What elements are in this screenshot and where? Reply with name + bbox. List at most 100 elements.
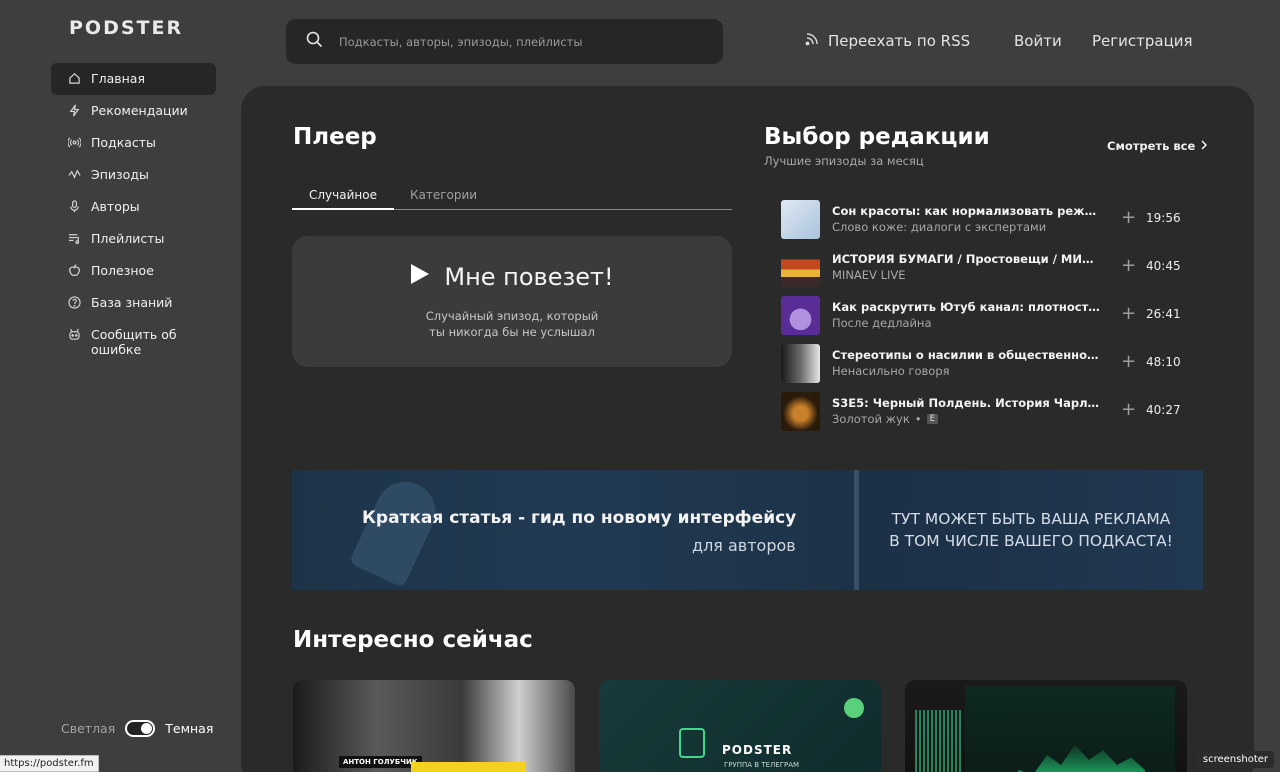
promo-banner: Краткая статья - гид по новому интерфейс… [292, 470, 1203, 590]
episode-cover [781, 247, 820, 287]
apple-icon [67, 263, 81, 278]
chevron-right-icon [1201, 139, 1208, 153]
episode-duration: 40:45 [1146, 259, 1181, 273]
sidebar-item-label: Полезное [91, 263, 154, 278]
episode-title[interactable]: ИСТОРИЯ БУМАГИ / Простовещи / МИНАЕВ [832, 252, 1100, 266]
episode-duration: 19:56 [1146, 211, 1181, 225]
sidebar-item-recommendations[interactable]: Рекомендации [51, 95, 216, 127]
episode-duration: 26:41 [1146, 307, 1181, 321]
ad-banner[interactable]: ТУТ МОЖЕТ БЫТЬ ВАША РЕКЛАМА В ТОМ ЧИСЛЕ … [859, 470, 1203, 590]
search-bar [286, 19, 723, 64]
question-icon [67, 295, 81, 310]
lucky-button[interactable]: Мне повезет! [292, 263, 732, 291]
microphone-icon [67, 199, 81, 214]
ad-line: ТУТ МОЖЕТ БЫТЬ ВАША РЕКЛАМА [891, 510, 1171, 528]
interface-guide-banner[interactable]: Краткая статья - гид по новому интерфейс… [292, 470, 854, 590]
sidebar-item-episodes[interactable]: Эпизоды [51, 159, 216, 191]
episode-title[interactable]: S3E5: Черный Полдень. История Чарльза... [832, 396, 1100, 410]
card-subtitle: ГРУППА В ТЕЛЕГРАМ [724, 761, 800, 769]
sidebar-item-authors[interactable]: Авторы [51, 191, 216, 223]
list-item[interactable]: S3E5: Черный Полдень. История Чарльза...… [781, 387, 1201, 435]
interesting-card[interactable]: PODSTER ГРУППА В ТЕЛЕГРАМ [599, 680, 881, 772]
lucky-subtitle: Случайный эпизод, который ты никогда бы … [292, 308, 732, 340]
episode-author[interactable]: Ненасильно говоря [832, 364, 950, 378]
episode-title[interactable]: Как раскрутить Ютуб канал: плотность... [832, 300, 1100, 314]
episode-title[interactable]: Сон красоты: как нормализовать режим и..… [832, 204, 1100, 218]
sidebar-item-playlists[interactable]: Плейлисты [51, 223, 216, 255]
card-tag: АНТОН ГОЛУБЧИК [339, 756, 422, 768]
podster-logo[interactable]: PODSTER [69, 17, 183, 39]
playlist-icon [67, 231, 81, 246]
editors-choice-subtitle: Лучшие эпизоды за месяц [764, 154, 924, 168]
episode-author[interactable]: Слово коже: диалоги с экспертами [832, 220, 1046, 234]
register-link[interactable]: Регистрация [1092, 32, 1193, 50]
sidebar-item-label: Эпизоды [91, 167, 149, 182]
status-url: https://podster.fm [0, 755, 99, 772]
robot-icon [67, 327, 81, 342]
editors-choice-title: Выбор редакции [764, 124, 990, 150]
tab-random[interactable]: Случайное [292, 188, 394, 210]
episode-author[interactable]: Золотой жук [832, 412, 910, 426]
episode-author[interactable]: MINAEV LIVE [832, 268, 906, 282]
sidebar-item-knowledge-base[interactable]: База знаний [51, 287, 216, 319]
see-all-link[interactable]: Смотреть все [1107, 139, 1208, 153]
tab-categories[interactable]: Категории [410, 188, 477, 202]
add-icon[interactable]: + [1121, 207, 1136, 228]
theme-dark-label[interactable]: Темная [165, 721, 213, 736]
lightning-icon [67, 103, 81, 118]
rss-migrate-link[interactable]: Переехать по RSS [805, 31, 970, 50]
episode-duration: 40:27 [1146, 403, 1181, 417]
login-link[interactable]: Войти [1014, 32, 1062, 50]
interesting-card[interactable] [905, 680, 1187, 772]
list-item[interactable]: ИСТОРИЯ БУМАГИ / Простовещи / МИНАЕВ MIN… [781, 243, 1201, 291]
episode-cover [781, 391, 820, 431]
interesting-cards: АНТОН ГОЛУБЧИК PODSTER ГРУППА В ТЕЛЕГРАМ [293, 680, 1187, 772]
header-links: Переехать по RSS Войти Регистрация [805, 31, 1193, 50]
theme-switch: Светлая Темная [61, 720, 213, 737]
episode-duration: 48:10 [1146, 355, 1181, 369]
episode-author[interactable]: После дедлайна [832, 316, 932, 330]
sidebar-item-useful[interactable]: Полезное [51, 255, 216, 287]
lucky-card[interactable]: Мне повезет! Случайный эпизод, который т… [292, 236, 732, 367]
list-item[interactable]: Сон красоты: как нормализовать режим и..… [781, 195, 1201, 243]
add-icon[interactable]: + [1121, 255, 1136, 276]
screenshoter-watermark: screenshoter [1196, 751, 1274, 768]
lucky-label: Мне повезет! [444, 263, 614, 291]
lucky-subtitle-line: Случайный эпизод, который [425, 309, 599, 323]
editors-episode-list: Сон красоты: как нормализовать режим и..… [781, 195, 1201, 435]
sidebar-item-label: Главная [91, 71, 145, 86]
add-icon[interactable]: + [1121, 399, 1136, 420]
card-bars [915, 710, 961, 772]
broadcast-icon [67, 135, 81, 150]
interesting-card[interactable]: АНТОН ГОЛУБЧИК [293, 680, 575, 772]
episode-cover [781, 199, 820, 239]
home-icon [67, 71, 81, 86]
chat-icon [679, 728, 705, 758]
play-icon [410, 263, 430, 291]
episode-cover [781, 295, 820, 335]
player-tabs: Случайное Категории [292, 186, 732, 210]
separator-dot: • [914, 412, 922, 426]
lucky-subtitle-line: ты никогда бы не услышал [429, 325, 595, 339]
list-item[interactable]: Как раскрутить Ютуб канал: плотность... … [781, 291, 1201, 339]
sidebar-item-label: Сообщить об ошибке [91, 327, 177, 357]
episode-cover [781, 343, 820, 383]
theme-toggle[interactable] [125, 720, 156, 737]
sidebar-item-label: Авторы [91, 199, 140, 214]
theme-light-label[interactable]: Светлая [61, 721, 115, 736]
sidebar-item-label: База знаний [91, 295, 173, 310]
sidebar-item-home[interactable]: Главная [51, 63, 216, 95]
add-icon[interactable]: + [1121, 303, 1136, 324]
player-title: Плеер [293, 124, 377, 150]
card-accent [411, 762, 526, 772]
search-icon[interactable] [306, 31, 323, 52]
explicit-badge: E [926, 414, 938, 424]
decor-circle [844, 698, 864, 718]
sidebar-item-label: Подкасты [91, 135, 156, 150]
add-icon[interactable]: + [1121, 351, 1136, 372]
sidebar-item-report-bug[interactable]: Сообщить об ошибке [51, 319, 216, 365]
list-item[interactable]: Стереотипы о насилии в общественном... Н… [781, 339, 1201, 387]
search-input[interactable] [339, 34, 699, 49]
episode-title[interactable]: Стереотипы о насилии в общественном... [832, 348, 1100, 362]
sidebar-item-podcasts[interactable]: Подкасты [51, 127, 216, 159]
